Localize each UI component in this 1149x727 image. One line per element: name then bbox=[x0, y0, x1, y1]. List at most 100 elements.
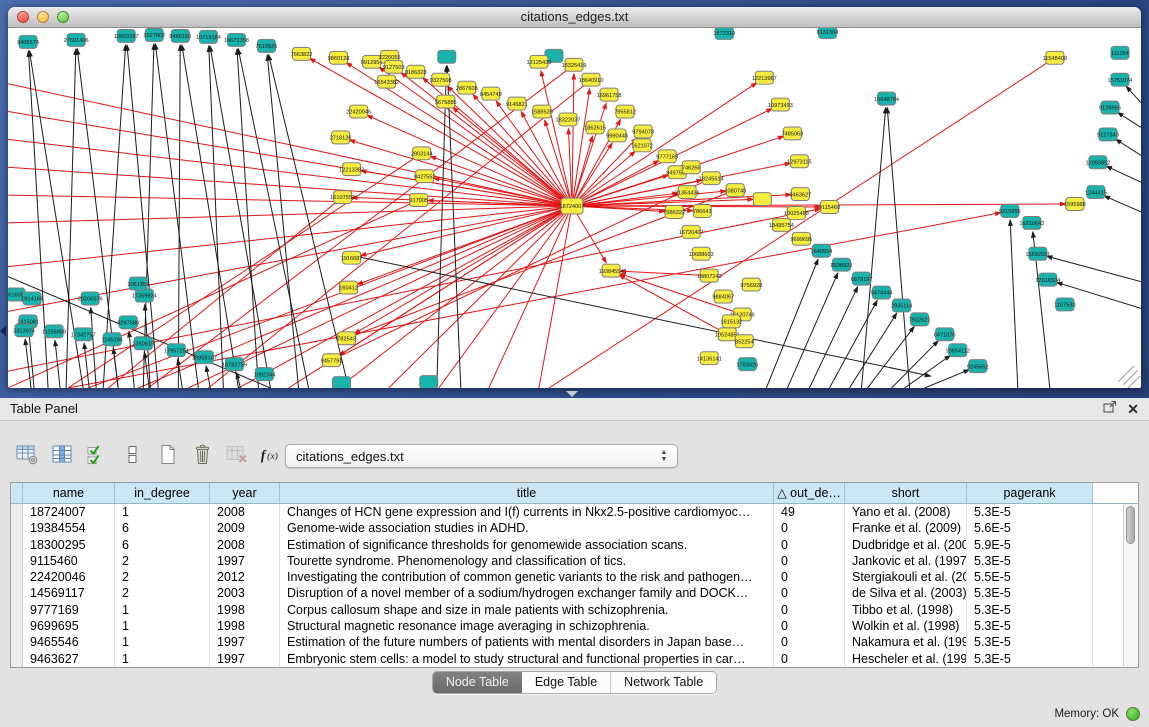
graph-node[interactable]: 1621072 bbox=[631, 139, 653, 152]
graph-node[interactable]: 8938923 bbox=[831, 258, 853, 271]
table-cell[interactable]: Estimation of the future numbers of pati… bbox=[280, 634, 774, 650]
network-canvas[interactable]: 9405574276914061065328715276029466160107… bbox=[8, 28, 1141, 388]
graph-node[interactable]: 1145194 bbox=[101, 333, 122, 346]
table-cell[interactable]: 49 bbox=[774, 504, 845, 520]
graph-node[interactable]: 9756928 bbox=[740, 278, 762, 291]
table-cell[interactable]: 9463627 bbox=[23, 651, 115, 667]
graph-node[interactable]: 9794078 bbox=[632, 125, 654, 138]
table-cell[interactable]: Genome-wide association studies in ADHD. bbox=[280, 520, 774, 536]
graph-node[interactable]: 9699695 bbox=[791, 232, 813, 245]
tab-node-table[interactable]: Node Table bbox=[433, 672, 522, 693]
column-header-pagerank[interactable]: pagerank bbox=[967, 483, 1093, 503]
graph-node[interactable]: 852254 bbox=[735, 335, 754, 348]
table-cell[interactable]: 5.3E-5 bbox=[967, 634, 1093, 650]
table-scrollbar[interactable] bbox=[1123, 504, 1138, 667]
new-column-icon[interactable] bbox=[154, 441, 180, 467]
row-stack-icon[interactable] bbox=[119, 441, 145, 467]
table-cell[interactable]: 5.3E-5 bbox=[967, 618, 1093, 634]
graph-node[interactable]: 1640954 bbox=[811, 244, 833, 257]
graph-node[interactable]: 17957254 bbox=[164, 344, 189, 357]
graph-node[interactable]: 18495754 bbox=[769, 218, 794, 231]
graph-node[interactable]: 21364436 bbox=[675, 186, 700, 199]
graph-node[interactable]: 18325419 bbox=[562, 58, 587, 71]
table-row[interactable]: 1456911722003Disruption of a novel membe… bbox=[11, 585, 1123, 601]
table-cell[interactable]: 0 bbox=[774, 569, 845, 585]
graph-node[interactable]: 8427552 bbox=[414, 170, 436, 183]
graph-node[interactable]: 12125439 bbox=[526, 55, 551, 68]
graph-node[interactable]: 20206576 bbox=[78, 292, 103, 305]
table-row[interactable]: 977716911998Corpus callosum shape and si… bbox=[11, 602, 1123, 618]
graph-node[interactable]: 917005 bbox=[409, 194, 428, 207]
graph-node[interactable]: 16543382 bbox=[374, 75, 399, 88]
table-cell[interactable]: 5.3E-5 bbox=[967, 585, 1093, 601]
graph-node[interactable]: 1350515 bbox=[132, 337, 154, 350]
graph-node[interactable]: 1092344 bbox=[254, 368, 276, 381]
graph-node[interactable]: 8186328 bbox=[405, 65, 427, 78]
zoom-window-icon[interactable] bbox=[57, 11, 69, 23]
graph-node[interactable]: 6879197 bbox=[851, 272, 873, 285]
table-cell[interactable]: Stergiakouli et al. (2012) bbox=[845, 569, 967, 585]
network-window-titlebar[interactable]: citations_edges.txt bbox=[8, 7, 1141, 28]
citation-graph[interactable]: 9405574276914061065328715276029466160107… bbox=[8, 28, 1141, 388]
column-header-name[interactable]: name bbox=[23, 483, 115, 503]
table-cell[interactable]: 5.3E-5 bbox=[967, 504, 1093, 520]
graph-node[interactable]: 11156859 bbox=[42, 325, 66, 338]
graph-node[interactable]: 9860128 bbox=[328, 51, 350, 64]
checklist-icon[interactable] bbox=[84, 441, 110, 467]
table-cell[interactable]: 22420046 bbox=[23, 569, 115, 585]
graph-node[interactable]: 12213987 bbox=[752, 71, 777, 84]
graph-node[interactable]: 18724007 bbox=[560, 198, 585, 214]
graph-node[interactable]: 2867608 bbox=[456, 81, 478, 94]
graph-node[interactable]: 3313974 bbox=[13, 324, 35, 337]
graph-node[interactable]: 14136141 bbox=[697, 352, 722, 365]
graph-node[interactable] bbox=[333, 377, 351, 388]
table-row[interactable]: 1872400712008Changes of HCN gene express… bbox=[11, 504, 1123, 520]
graph-node[interactable]: 15592931 bbox=[1025, 247, 1050, 260]
table-cell[interactable]: 9115460 bbox=[23, 553, 115, 569]
graph-node[interactable]: 9297588 bbox=[117, 316, 139, 329]
table-row[interactable]: 911546021997Tourette syndrome. Phenomeno… bbox=[11, 553, 1123, 569]
table-cell[interactable]: 0 bbox=[774, 553, 845, 569]
graph-node[interactable]: 16210643 bbox=[1019, 216, 1044, 229]
table-cell[interactable]: Disruption of a novel member of a sodium… bbox=[280, 585, 774, 601]
graph-node[interactable]: 9405574 bbox=[17, 35, 39, 48]
table-cell[interactable]: 14569117 bbox=[23, 585, 115, 601]
column-header-in_degree[interactable]: in_degree bbox=[115, 483, 210, 503]
table-cell[interactable]: 0 bbox=[774, 585, 845, 601]
close-panel-icon[interactable]: ✕ bbox=[1127, 402, 1139, 416]
table-cell[interactable]: Estimation of significance thresholds fo… bbox=[280, 537, 774, 553]
table-cell[interactable]: 5.3E-5 bbox=[967, 602, 1093, 618]
table-cell[interactable]: 5.3E-5 bbox=[967, 553, 1093, 569]
graph-node[interactable]: 10958107 bbox=[192, 351, 217, 364]
graph-node[interactable]: 18322037 bbox=[556, 113, 581, 126]
table-row[interactable]: 969969511998Structural magnetic resonanc… bbox=[11, 618, 1123, 634]
table-cell[interactable]: de Silva et al. (2003) bbox=[845, 585, 967, 601]
tab-edge-table[interactable]: Edge Table bbox=[522, 672, 610, 693]
graph-node[interactable]: 7955812 bbox=[614, 105, 636, 118]
graph-node[interactable]: 9115460 bbox=[819, 201, 840, 214]
graph-node[interactable]: 7515526 bbox=[256, 39, 278, 52]
graph-node[interactable]: 7485063 bbox=[781, 127, 803, 140]
delete-column-icon[interactable] bbox=[189, 441, 215, 467]
graph-node[interactable]: 18245514 bbox=[699, 172, 724, 185]
table-cell[interactable]: 1997 bbox=[210, 553, 280, 569]
function-builder-icon[interactable]: f(x) bbox=[259, 441, 285, 467]
table-cell[interactable]: 1998 bbox=[210, 618, 280, 634]
west-splitter-handle-icon[interactable] bbox=[0, 326, 6, 336]
graph-node[interactable]: 10719184 bbox=[196, 30, 221, 43]
graph-node[interactable]: 9463627 bbox=[789, 188, 811, 201]
graph-node[interactable]: 1572319 bbox=[713, 28, 735, 39]
table-cell[interactable]: Yano et al. (2008) bbox=[845, 504, 967, 520]
table-cell[interactable]: Tourette syndrome. Phenomenology and cla… bbox=[280, 553, 774, 569]
graph-node[interactable]: 782543 bbox=[337, 332, 356, 345]
table-cell[interactable]: 0 bbox=[774, 602, 845, 618]
table-cell[interactable]: Nakamura et al. (1997) bbox=[845, 634, 967, 650]
graph-node[interactable]: 2803144 bbox=[411, 147, 433, 160]
graph-node[interactable]: 160412 bbox=[339, 281, 358, 294]
table-cell[interactable]: 18724007 bbox=[23, 504, 115, 520]
graph-node[interactable]: 1595988 bbox=[1064, 198, 1086, 211]
table-cell[interactable]: 2 bbox=[115, 553, 210, 569]
graph-node[interactable]: 9474444 bbox=[871, 286, 893, 299]
graph-node[interactable]: 9227343 bbox=[1097, 128, 1119, 141]
graph-node[interactable]: 1588520 bbox=[531, 105, 553, 118]
